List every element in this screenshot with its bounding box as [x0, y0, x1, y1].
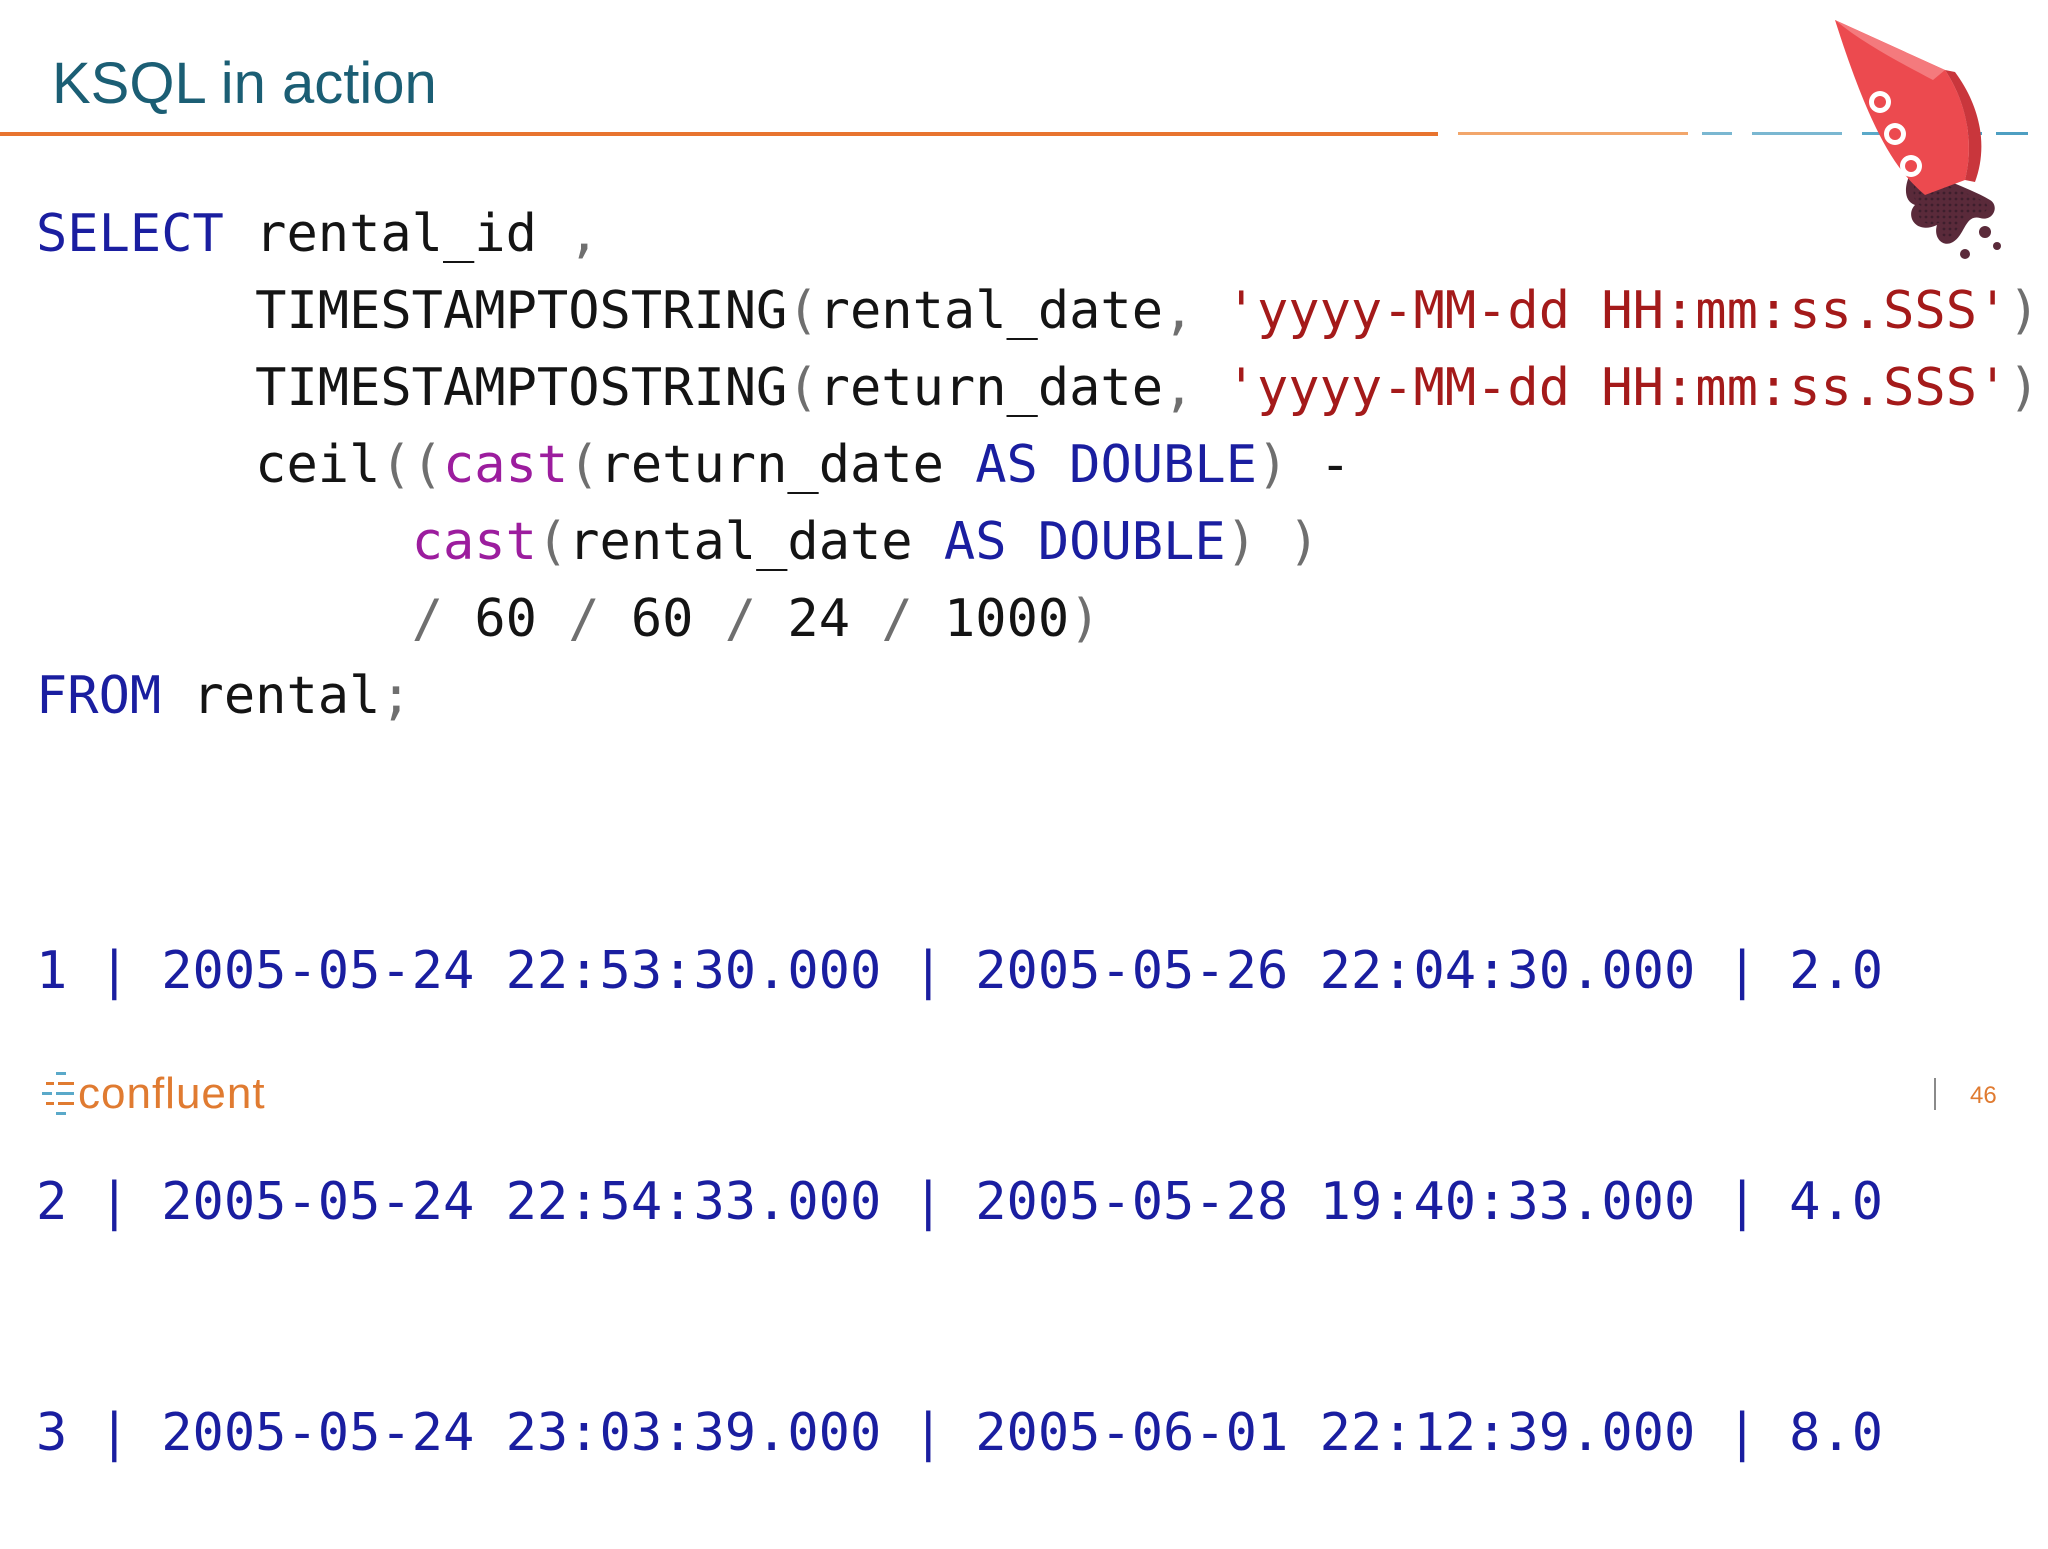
code-token: ), [2008, 358, 2048, 418]
code-token: rental_date [818, 281, 1164, 341]
page-number-divider [1934, 1078, 1936, 1110]
slide-title: KSQL in action [52, 51, 437, 116]
code-line: TIMESTAMPTOSTRING(rental_date, 'yyyy-MM-… [36, 273, 2048, 350]
code-token: TIMESTAMPTOSTRING [36, 281, 788, 341]
code-token: / [724, 589, 788, 649]
code-line: / 60 / 60 / 24 / 1000) [36, 581, 2048, 658]
confluent-logo-icon [42, 1072, 74, 1115]
code-token: ( [787, 358, 819, 418]
code-token: rental_date [568, 512, 944, 572]
code-token: / [881, 589, 944, 649]
confluent-logo: confluent [42, 1068, 266, 1120]
code-token: 1000 [943, 589, 1070, 649]
code-token: - [1319, 435, 1351, 495]
code-token: ), [2008, 281, 2048, 341]
code-token: 60 [630, 589, 725, 649]
code-token: (( [380, 435, 443, 495]
sql-code-block: SELECT rental_id , TIMESTAMPTOSTRING(ren… [36, 196, 2048, 735]
page-number: 46 [1970, 1082, 1997, 1109]
code-token: 'yyyy-MM-dd HH:mm:ss.SSS' [1225, 281, 2009, 341]
code-line: TIMESTAMPTOSTRING(return_date, 'yyyy-MM-… [36, 350, 2048, 427]
logo-wordmark: confluent [78, 1069, 266, 1118]
code-line: SELECT rental_id , [36, 196, 2048, 273]
code-token: 'yyyy-MM-dd HH:mm:ss.SSS' [1225, 358, 2009, 418]
code-token: ( [568, 435, 600, 495]
code-token: FROM [36, 666, 162, 726]
rocket-body [1835, 20, 1982, 195]
code-token: ; [380, 666, 412, 726]
code-token: , [1163, 358, 1226, 418]
code-token: return_date [599, 435, 976, 495]
code-token: , [568, 204, 600, 264]
code-token: rental_id [223, 204, 569, 264]
code-line: cast(rental_date AS DOUBLE) ) [36, 504, 2048, 581]
code-token: 24 [787, 589, 882, 649]
query-results: 1 | 2005-05-24 22:53:30.000 | 2005-05-26… [36, 779, 1883, 1549]
code-token: ) [1257, 435, 1320, 495]
code-token: SELECT [36, 204, 224, 264]
code-token: , [1163, 281, 1226, 341]
code-token: 60 [474, 589, 569, 649]
code-token: AS DOUBLE [975, 435, 1257, 495]
result-row: 3 | 2005-05-24 23:03:39.000 | 2005-06-01… [36, 1403, 1884, 1463]
code-token: cast [411, 512, 537, 572]
code-token: AS DOUBLE [943, 512, 1226, 572]
code-token: rental [161, 666, 381, 726]
code-line: FROM rental; [36, 658, 2048, 735]
result-row: 1 | 2005-05-24 22:53:30.000 | 2005-05-26… [36, 941, 1884, 1001]
code-token: return_date [818, 358, 1164, 418]
code-token: TIMESTAMPTOSTRING [36, 358, 788, 418]
code-token: ceil [36, 435, 381, 495]
code-token: ( [787, 281, 819, 341]
code-token: ) ) [1225, 512, 1320, 572]
code-token: ( [536, 512, 569, 572]
code-token: ) [1069, 589, 1101, 649]
code-token: / [568, 589, 631, 649]
code-token: / [411, 589, 475, 649]
code-line: ceil((cast(return_date AS DOUBLE) - [36, 427, 2048, 504]
code-token: cast [443, 435, 569, 495]
result-row: 2 | 2005-05-24 22:54:33.000 | 2005-05-28… [36, 1172, 1884, 1232]
